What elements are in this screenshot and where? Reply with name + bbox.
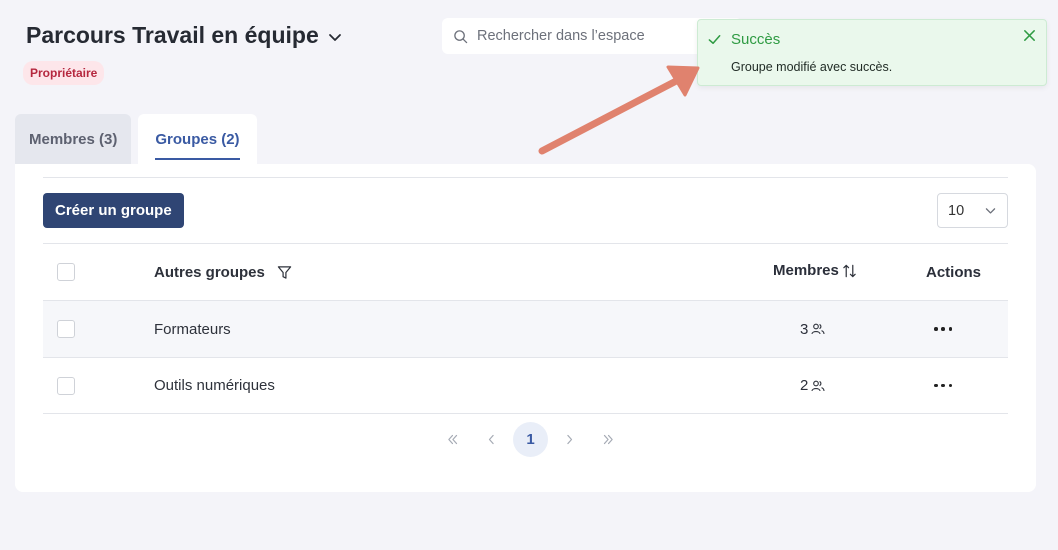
chevrons-right-icon xyxy=(603,434,613,445)
column-header-name-label: Autres groupes xyxy=(154,263,265,281)
chevron-down-icon xyxy=(328,34,341,41)
pagination: 1 xyxy=(435,422,626,457)
member-count: 3 xyxy=(800,321,825,338)
column-header-name: Autres groupes xyxy=(154,264,292,281)
search-input[interactable] xyxy=(477,28,697,44)
member-count: 2 xyxy=(800,377,825,394)
column-header-actions: Actions xyxy=(926,264,982,281)
filter-icon[interactable] xyxy=(277,265,292,280)
page-button-current[interactable]: 1 xyxy=(513,422,548,457)
success-toast: Succès Groupe modifié avec succès. xyxy=(697,19,1047,86)
groups-table: Autres groupes Membres Actions Formateur… xyxy=(43,243,1008,414)
more-horizontal-icon[interactable] xyxy=(934,324,952,334)
chevron-down-icon xyxy=(985,208,996,214)
table-header-row: Autres groupes Membres Actions xyxy=(43,243,1008,300)
page-size-select[interactable]: 10 xyxy=(937,193,1008,228)
select-all-checkbox[interactable] xyxy=(57,263,75,281)
previous-page-button[interactable] xyxy=(474,422,509,457)
chevron-right-icon xyxy=(567,434,573,445)
group-name: Outils numériques xyxy=(154,377,275,394)
create-group-button[interactable]: Créer un groupe xyxy=(43,193,184,228)
next-page-button[interactable] xyxy=(552,422,587,457)
row-checkbox[interactable] xyxy=(57,320,75,338)
toast-title: Succès xyxy=(731,31,781,48)
tab-bar: Membres (3) Groupes (2) xyxy=(15,114,257,164)
member-count-value: 3 xyxy=(800,320,809,338)
more-horizontal-icon[interactable] xyxy=(934,381,952,391)
chevron-left-icon xyxy=(488,434,494,445)
space-title-text: Parcours Travail en équipe xyxy=(26,22,319,48)
annotation-arrow xyxy=(538,65,700,155)
table-row[interactable]: Outils numériques 2 xyxy=(43,357,1008,414)
chevrons-left-icon xyxy=(448,434,458,445)
row-checkbox[interactable] xyxy=(57,376,75,395)
users-icon xyxy=(811,380,825,391)
tab-groups-label: Groupes (2) xyxy=(155,131,240,160)
tab-groups[interactable]: Groupes (2) xyxy=(138,114,257,164)
users-icon xyxy=(811,323,825,335)
last-page-button[interactable] xyxy=(591,422,626,457)
groups-panel: Créer un groupe 10 Autres groupes Membre… xyxy=(15,164,1036,492)
tab-members-label: Membres (3) xyxy=(29,130,118,148)
divider xyxy=(43,177,1008,178)
column-header-members: Membres xyxy=(773,262,857,279)
page-size-value: 10 xyxy=(948,202,965,219)
toast-message: Groupe modifié avec succès. xyxy=(731,60,893,74)
close-icon[interactable] xyxy=(1022,28,1037,43)
group-name: Formateurs xyxy=(154,320,231,338)
column-header-members-label: Membres xyxy=(773,262,839,279)
role-badge: Propriétaire xyxy=(23,61,105,85)
check-icon xyxy=(708,35,721,44)
member-count-value: 2 xyxy=(800,377,809,394)
space-title[interactable]: Parcours Travail en équipe xyxy=(26,22,343,49)
tab-members[interactable]: Membres (3) xyxy=(15,114,132,164)
sort-icon[interactable] xyxy=(842,263,857,279)
table-row[interactable]: Formateurs 3 xyxy=(43,300,1008,357)
search-icon xyxy=(454,29,468,43)
first-page-button[interactable] xyxy=(435,422,470,457)
